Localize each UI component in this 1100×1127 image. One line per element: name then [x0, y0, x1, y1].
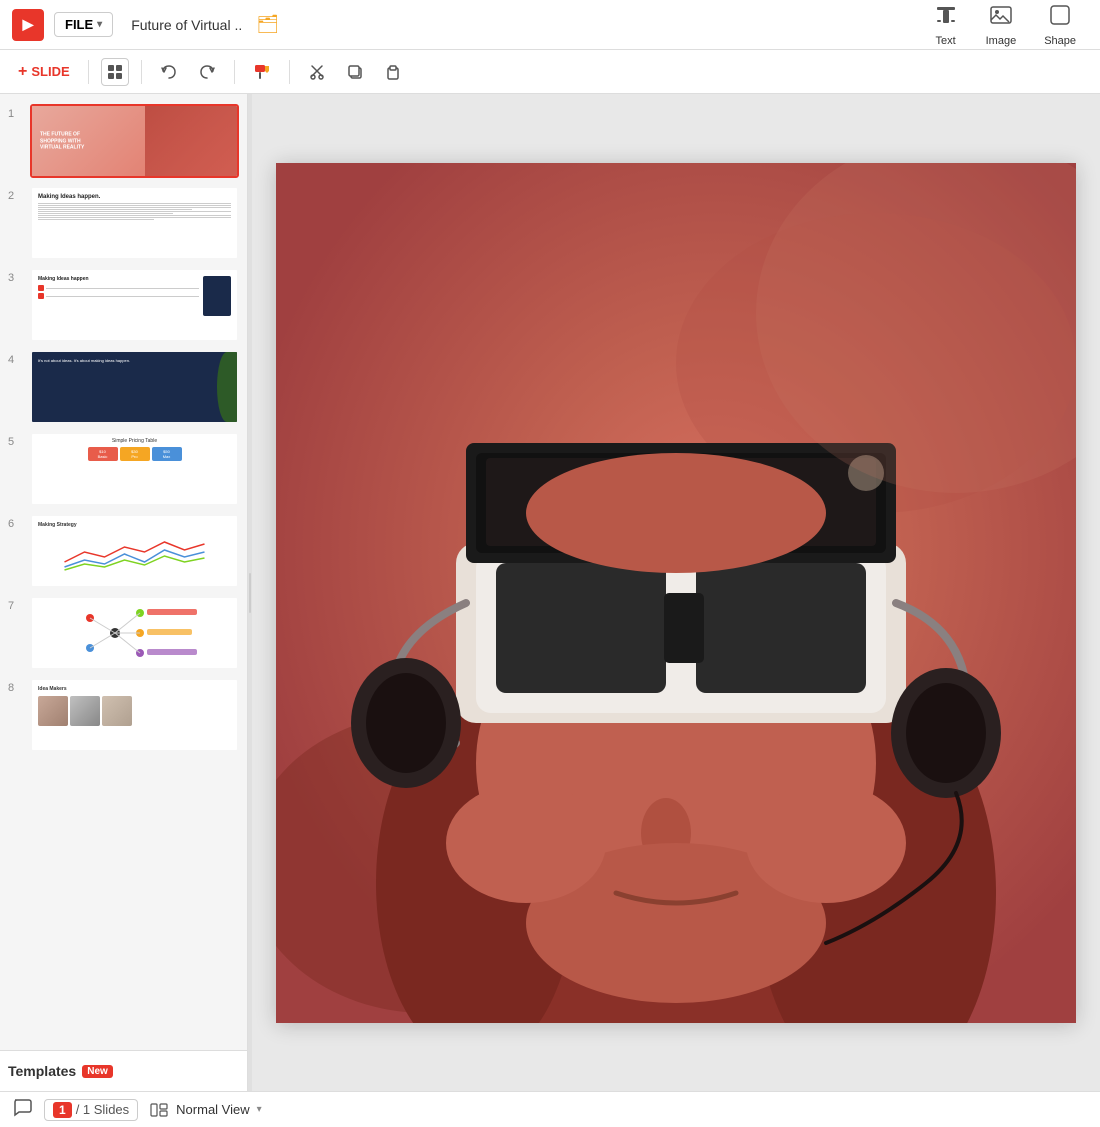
- copy-button[interactable]: [340, 57, 370, 87]
- toolbar-divider-4: [289, 60, 290, 84]
- add-slide-button[interactable]: + SLIDE: [12, 59, 76, 85]
- top-bar: ▶ FILE ▾ Future of Virtual .. 🗂 Text: [0, 0, 1100, 50]
- slide-number-4: 4: [8, 350, 24, 366]
- slide-thumb-3[interactable]: Making Ideas happen: [30, 268, 239, 342]
- right-tools: Text Image Shape: [922, 0, 1088, 53]
- undo-button[interactable]: [154, 57, 184, 87]
- new-badge: New: [82, 1065, 113, 1078]
- slide-number-6: 6: [8, 514, 24, 530]
- slide-number-5: 5: [8, 432, 24, 448]
- slide-item-1[interactable]: 1 THE FUTURE OF SHOPPING WITH VIRTUAL RE…: [8, 104, 239, 178]
- toolbar-divider-3: [234, 60, 235, 84]
- folder-icon[interactable]: 🗂: [256, 14, 279, 35]
- image-tool-button[interactable]: Image: [974, 0, 1029, 53]
- toolbar-divider-2: [141, 60, 142, 84]
- shape-tool-button[interactable]: Shape: [1032, 0, 1088, 53]
- slide-background: [276, 163, 1076, 1023]
- status-bar: 1 / 1 Slides Normal View ▾: [0, 1091, 1100, 1127]
- slide-item-4[interactable]: 4 It's not about ideas. It's about makin…: [8, 350, 239, 424]
- view-mode-label: Normal View: [176, 1102, 249, 1117]
- slide-thumb-8[interactable]: Idea Makers: [30, 678, 239, 752]
- main-area: 1 THE FUTURE OF SHOPPING WITH VIRTUAL RE…: [0, 94, 1100, 1091]
- slide-item-2[interactable]: 2 Making Ideas happen.: [8, 186, 239, 260]
- templates-label: Templates: [8, 1063, 76, 1079]
- comment-button[interactable]: [12, 1097, 32, 1122]
- slide-number-7: 7: [8, 596, 24, 612]
- slide-thumb-1[interactable]: THE FUTURE OF SHOPPING WITH VIRTUAL REAL…: [30, 104, 239, 178]
- toolbar: + SLIDE: [0, 50, 1100, 94]
- slide-number-8: 8: [8, 678, 24, 694]
- image-tool-label: Image: [986, 35, 1017, 47]
- slide-thumb-7[interactable]: [30, 596, 239, 670]
- app-logo[interactable]: ▶: [12, 9, 44, 41]
- total-slides-label: / 1 Slides: [76, 1102, 129, 1117]
- slide-panel: 1 THE FUTURE OF SHOPPING WITH VIRTUAL RE…: [0, 94, 248, 1091]
- file-menu-button[interactable]: FILE ▾: [54, 12, 113, 37]
- slide-item-3[interactable]: 3 Making Ideas happen: [8, 268, 239, 342]
- add-slide-label: SLIDE: [31, 64, 69, 79]
- cut-button[interactable]: [302, 57, 332, 87]
- view-mode-selector[interactable]: Normal View ▾: [150, 1102, 261, 1117]
- canvas-area: [252, 94, 1100, 1091]
- slide-1-title-preview: THE FUTURE OF SHOPPING WITH VIRTUAL REAL…: [40, 131, 100, 151]
- shape-tool-label: Shape: [1044, 35, 1076, 47]
- main-slide-canvas[interactable]: [276, 163, 1076, 1023]
- text-tool-button[interactable]: Text: [922, 0, 970, 53]
- slide-thumb-6[interactable]: Making Strategy: [30, 514, 239, 588]
- page-indicator: 1 / 1 Slides: [44, 1099, 138, 1121]
- text-tool-icon: [934, 3, 958, 33]
- slide-item-7[interactable]: 7: [8, 596, 239, 670]
- slide-thumb-2[interactable]: Making Ideas happen.: [30, 186, 239, 260]
- text-tool-label: Text: [936, 35, 956, 47]
- slide-list: 1 THE FUTURE OF SHOPPING WITH VIRTUAL RE…: [0, 94, 247, 1050]
- file-chevron-icon: ▾: [97, 19, 102, 30]
- slide-item-6[interactable]: 6 Making Strategy: [8, 514, 239, 588]
- current-page: 1: [53, 1102, 72, 1118]
- add-slide-plus-icon: +: [18, 63, 27, 81]
- slide-item-8[interactable]: 8 Idea Makers: [8, 678, 239, 752]
- layout-button[interactable]: [101, 58, 129, 86]
- paste-button[interactable]: [378, 57, 408, 87]
- redo-button[interactable]: [192, 57, 222, 87]
- slide-item-5[interactable]: 5 Simple Pricing Table $10 Basic $30 Pro: [8, 432, 239, 506]
- templates-button[interactable]: Templates New: [0, 1050, 247, 1091]
- view-mode-chevron-icon: ▾: [257, 1104, 262, 1115]
- file-label: FILE: [65, 17, 93, 32]
- toolbar-divider-1: [88, 60, 89, 84]
- shape-tool-icon: [1048, 3, 1072, 33]
- image-tool-icon: [989, 3, 1013, 33]
- slide-number-2: 2: [8, 186, 24, 202]
- slide-2-title-preview: Making Ideas happen.: [38, 194, 231, 200]
- paint-format-button[interactable]: [247, 57, 277, 87]
- slide-thumb-4[interactable]: It's not about ideas. It's about making …: [30, 350, 239, 424]
- presentation-title[interactable]: Future of Virtual ..: [131, 17, 242, 33]
- slide-thumb-5[interactable]: Simple Pricing Table $10 Basic $30 Pro: [30, 432, 239, 506]
- slide-number-1: 1: [8, 104, 24, 120]
- slide-number-3: 3: [8, 268, 24, 284]
